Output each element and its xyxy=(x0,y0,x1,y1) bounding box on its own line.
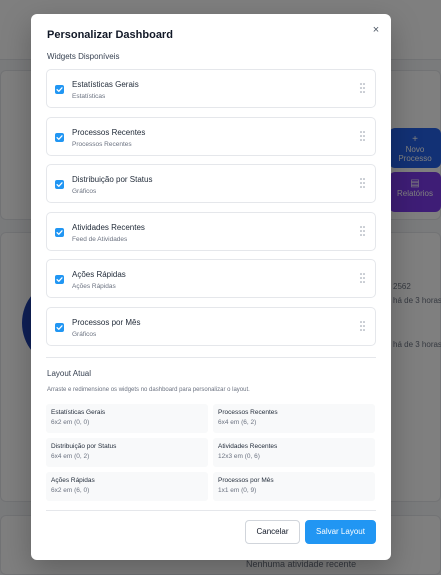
layout-widget-position: 6x4 em (6, 2) xyxy=(218,419,257,426)
layout-widget-name: Estatísticas Gerais xyxy=(51,409,106,416)
widget-title: Ações Rápidas xyxy=(72,270,126,279)
footer-divider xyxy=(46,510,376,511)
checkbox-checked-icon[interactable] xyxy=(55,228,64,237)
widget-title: Processos Recentes xyxy=(72,128,146,137)
widget-category: Estatísticas xyxy=(72,93,106,100)
save-layout-button[interactable]: Salvar Layout xyxy=(305,520,376,544)
layout-cell: Processos Recentes 6x4 em (6, 2) xyxy=(213,404,375,433)
layout-cell: Ações Rápidas 6x2 em (6, 0) xyxy=(46,472,208,501)
drag-handle-icon[interactable] xyxy=(360,83,365,94)
widget-row[interactable]: Atividades Recentes Feed de Atividades xyxy=(46,212,376,251)
widget-row[interactable]: Processos Recentes Processos Recentes xyxy=(46,117,376,156)
cancel-button[interactable]: Cancelar xyxy=(245,520,300,544)
drag-handle-icon[interactable] xyxy=(360,178,365,189)
widget-row[interactable]: Ações Rápidas Ações Rápidas xyxy=(46,259,376,298)
widget-row[interactable]: Distribuição por Status Gráficos xyxy=(46,164,376,203)
widget-title: Atividades Recentes xyxy=(72,223,145,232)
widget-category: Ações Rápidas xyxy=(72,283,116,290)
widget-category: Gráficos xyxy=(72,188,97,195)
checkbox-checked-icon[interactable] xyxy=(55,323,64,332)
drag-handle-icon[interactable] xyxy=(360,226,365,237)
widget-title: Estatísticas Gerais xyxy=(72,80,139,89)
checkbox-checked-icon[interactable] xyxy=(55,85,64,94)
layout-widget-position: 1x1 em (0, 9) xyxy=(218,487,257,494)
layout-cell: Estatísticas Gerais 6x2 em (0, 0) xyxy=(46,404,208,433)
widgets-section-label: Widgets Disponíveis xyxy=(47,52,120,61)
widget-title: Processos por Mês xyxy=(72,318,141,327)
layout-description: Arraste e redimensione os widgets no das… xyxy=(47,387,250,393)
drag-handle-icon[interactable] xyxy=(360,321,365,332)
layout-cell: Distribuição por Status 6x4 em (0, 2) xyxy=(46,438,208,467)
widget-title: Distribuição por Status xyxy=(72,175,153,184)
modal-title: Personalizar Dashboard xyxy=(47,29,173,41)
layout-widget-name: Ações Rápidas xyxy=(51,477,95,484)
widget-category: Feed de Atividades xyxy=(72,236,128,243)
layout-widget-name: Processos Recentes xyxy=(218,409,278,416)
layout-widget-position: 6x2 em (6, 0) xyxy=(51,487,90,494)
widget-row[interactable]: Processos por Mês Gráficos xyxy=(46,307,376,346)
customize-dashboard-modal: Personalizar Dashboard × Widgets Disponí… xyxy=(31,14,391,560)
close-icon[interactable]: × xyxy=(370,24,382,36)
layout-section-label: Layout Atual xyxy=(47,369,92,378)
divider xyxy=(46,357,376,358)
layout-widget-name: Processos por Mês xyxy=(218,477,274,484)
layout-widget-name: Distribuição por Status xyxy=(51,443,117,450)
layout-cell: Processos por Mês 1x1 em (0, 9) xyxy=(213,472,375,501)
layout-widget-position: 6x4 em (0, 2) xyxy=(51,453,90,460)
checkbox-checked-icon[interactable] xyxy=(55,133,64,142)
layout-widget-name: Atividades Recentes xyxy=(218,443,278,450)
widget-category: Processos Recentes xyxy=(72,141,132,148)
widget-category: Gráficos xyxy=(72,331,97,338)
widget-row[interactable]: Estatísticas Gerais Estatísticas xyxy=(46,69,376,108)
drag-handle-icon[interactable] xyxy=(360,131,365,142)
layout-cell: Atividades Recentes 12x3 em (0, 6) xyxy=(213,438,375,467)
checkbox-checked-icon[interactable] xyxy=(55,275,64,284)
layout-widget-position: 12x3 em (0, 6) xyxy=(218,453,260,460)
layout-widget-position: 6x2 em (0, 0) xyxy=(51,419,90,426)
checkbox-checked-icon[interactable] xyxy=(55,180,64,189)
drag-handle-icon[interactable] xyxy=(360,273,365,284)
